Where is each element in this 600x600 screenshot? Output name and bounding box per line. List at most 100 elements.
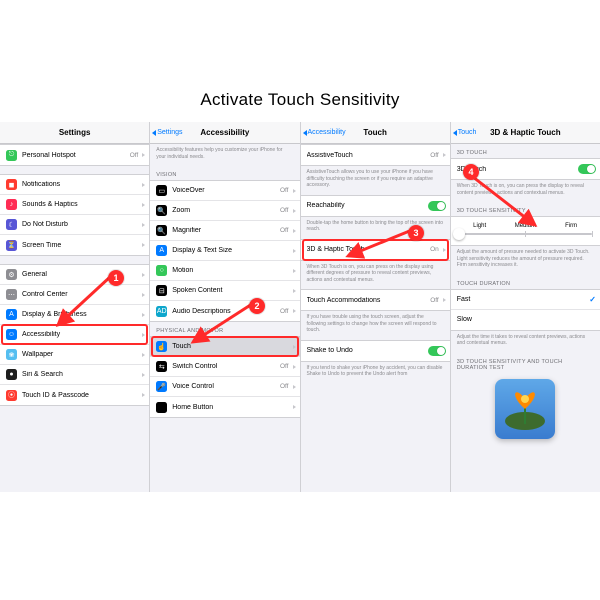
duration-header: TOUCH DURATION	[451, 275, 600, 289]
sensitivity-slider[interactable]	[459, 233, 592, 235]
test-header: 3D TOUCH SENSITIVITY AND TOUCH DURATION …	[451, 353, 600, 373]
cell-label: General	[22, 271, 140, 278]
chevron-right-icon	[142, 203, 145, 207]
cell-value: Off	[430, 297, 439, 304]
chevron-right-icon	[293, 209, 296, 213]
app-icon: ☺	[6, 329, 17, 340]
app-icon: ●	[6, 369, 17, 380]
settings-row[interactable]: ADisplay & Text Size	[150, 241, 299, 261]
toggle-switch[interactable]	[428, 201, 446, 211]
app-icon: ⇆	[156, 361, 167, 372]
settings-row[interactable]: ▭VoiceOverOff	[150, 181, 299, 201]
duration-footer: Adjust the time it takes to reveal conte…	[451, 331, 600, 353]
cell-label: Touch Accommodations	[307, 297, 431, 304]
navbar-settings: Settings	[0, 122, 149, 144]
chevron-right-icon	[142, 243, 145, 247]
settings-row[interactable]: ⋯Control Center	[0, 285, 149, 305]
back-to-settings[interactable]: Settings	[152, 129, 182, 136]
app-icon: ▭	[156, 185, 167, 196]
settings-row[interactable]: A Display & Brightness	[0, 305, 149, 325]
settings-row[interactable]: ⇆ Switch ControlOff	[150, 357, 299, 377]
chevron-right-icon	[142, 293, 145, 297]
chevron-right-icon	[443, 298, 446, 302]
settings-row[interactable]: Reachability	[301, 196, 450, 216]
screen-settings: Settings ⎋Personal HotspotOff ◼︎Notificat…	[0, 122, 150, 492]
cell-value: Off	[430, 152, 439, 159]
app-icon: ◼︎	[6, 179, 17, 190]
chevron-right-icon	[443, 153, 446, 157]
settings-row[interactable]: ◼︎Notifications	[0, 175, 149, 195]
section-footer: When 3D Touch is on, you can press on th…	[301, 261, 450, 290]
cell-label: Magnifier	[172, 227, 280, 234]
back-to-accessibility[interactable]: Accessibility	[303, 129, 346, 136]
seg-firm: Firm	[548, 223, 594, 229]
app-icon: ⦿	[6, 390, 17, 401]
chevron-right-icon	[142, 183, 145, 187]
settings-row[interactable]: ⦿Touch ID & Passcode	[0, 385, 149, 405]
seg-light: Light	[457, 223, 503, 229]
nav-title: Settings	[59, 128, 91, 137]
settings-row[interactable]: 3D & Haptic TouchOn	[301, 240, 450, 260]
app-icon: ☝	[156, 341, 167, 352]
settings-row[interactable]: AssistiveTouchOff	[301, 145, 450, 165]
chevron-right-icon	[293, 405, 296, 409]
3d-touch-toggle-row[interactable]: 3D Touch	[451, 159, 600, 179]
app-icon: A	[6, 309, 17, 320]
cell-label: Fast	[457, 296, 590, 303]
chevron-right-icon	[293, 269, 296, 273]
app-icon: 🔍	[156, 225, 167, 236]
settings-row[interactable]: ♪Sounds & Haptics	[0, 195, 149, 215]
duration-slow[interactable]: Slow	[451, 310, 600, 330]
settings-row[interactable]: ❀Wallpaper	[0, 345, 149, 365]
chevron-right-icon	[142, 313, 145, 317]
cell-label: Display & Brightness	[22, 311, 140, 318]
toggle-switch[interactable]	[578, 164, 596, 174]
settings-row[interactable]: ⎋Personal HotspotOff	[0, 145, 149, 165]
cell-label: Slow	[457, 316, 596, 323]
cell-label: Voice Control	[172, 383, 280, 390]
cell-value: Off	[280, 363, 289, 370]
cell-label: Touch	[172, 343, 290, 350]
section-footer: AssistiveTouch allows you to use your iP…	[301, 166, 450, 195]
app-icon: ♪	[6, 199, 17, 210]
settings-row[interactable]: ⚙General	[0, 265, 149, 285]
settings-row[interactable]: ⏳Screen Time	[0, 235, 149, 255]
cell-value: Off	[280, 308, 289, 315]
navbar-3d-touch: Touch 3D & Haptic Touch	[451, 122, 600, 144]
settings-row[interactable]: ○Motion	[150, 261, 299, 281]
cell-value: Off	[280, 227, 289, 234]
toggle-switch[interactable]	[428, 346, 446, 356]
sensitivity-test-image[interactable]	[495, 379, 555, 439]
chevron-left-icon	[303, 130, 307, 136]
settings-row[interactable]: ADAudio DescriptionsOff	[150, 301, 299, 321]
settings-row[interactable]: ☾Do Not Disturb	[0, 215, 149, 235]
seg-medium: Medium	[503, 223, 549, 229]
section-footer: Double-tap the home button to bring the …	[301, 217, 450, 239]
section-footer: If you tend to shake your iPhone by acci…	[301, 362, 450, 384]
cell-label: 3D Touch	[457, 166, 578, 173]
settings-row[interactable]: 🔍 MagnifierOff	[150, 221, 299, 241]
cell-label: Switch Control	[172, 363, 280, 370]
settings-row[interactable]: ●Siri & Search	[0, 365, 149, 385]
settings-row[interactable]: 🎤Voice ControlOff	[150, 377, 299, 397]
chevron-right-icon	[293, 345, 296, 349]
settings-row[interactable]: ⊟Spoken Content	[150, 281, 299, 301]
settings-row[interactable]: ☺ Accessibility	[0, 325, 149, 345]
settings-row[interactable]: Touch AccommodationsOff	[301, 290, 450, 310]
app-icon: ⋯	[6, 289, 17, 300]
chevron-right-icon	[142, 353, 145, 357]
settings-row[interactable]: 🔍ZoomOff	[150, 201, 299, 221]
duration-fast[interactable]: Fast ✓	[451, 290, 600, 310]
section-footer: If you have trouble using the touch scre…	[301, 311, 450, 340]
settings-row[interactable]: Shake to Undo	[301, 341, 450, 361]
chevron-right-icon	[293, 309, 296, 313]
cell-label: Do Not Disturb	[22, 221, 140, 228]
cell-label: Personal Hotspot	[22, 152, 130, 159]
screens-row: Settings ⎋Personal HotspotOff ◼︎Notificat…	[0, 122, 600, 492]
settings-row[interactable]: ☝ Touch	[150, 337, 299, 357]
back-to-touch[interactable]: Touch	[453, 129, 477, 136]
cell-label: Accessibility	[22, 331, 140, 338]
settings-row[interactable]: Home Button	[150, 397, 299, 417]
cell-label: 3D & Haptic Touch	[307, 246, 431, 253]
app-icon	[156, 402, 167, 413]
